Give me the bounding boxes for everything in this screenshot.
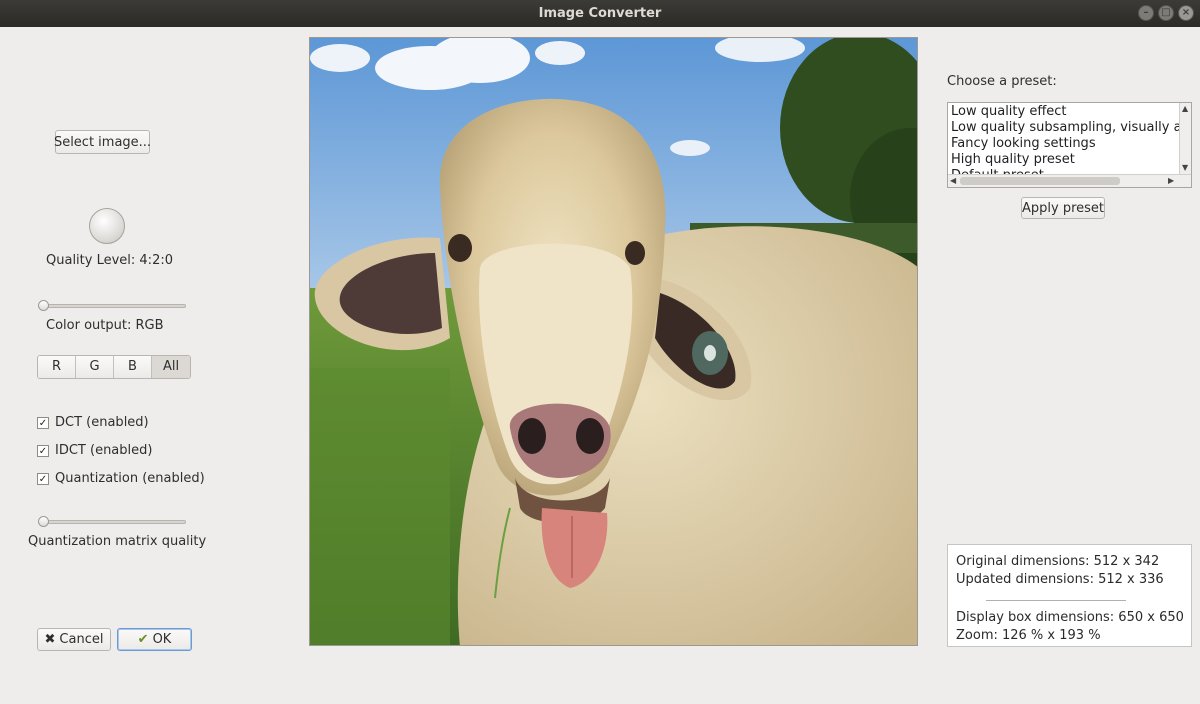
preset-label: Choose a preset: — [947, 74, 1057, 89]
channel-selector: R G B All — [37, 355, 191, 379]
color-output-slider-handle[interactable] — [38, 300, 49, 311]
display-box-dimensions: Display box dimensions: 650 x 650 — [956, 610, 1184, 625]
quant-matrix-slider-track[interactable] — [40, 520, 186, 524]
idct-label: IDCT (enabled) — [55, 443, 153, 458]
preset-horizontal-scrollbar[interactable]: ◀ ▶ — [948, 174, 1191, 187]
color-output-label: Color output: RGB — [46, 318, 164, 333]
scroll-up-icon[interactable]: ▲ — [1182, 104, 1188, 113]
cancel-button[interactable]: ✖ Cancel — [37, 628, 111, 651]
idct-checkbox-row[interactable]: ✓ IDCT (enabled) — [37, 443, 152, 458]
original-dimensions: Original dimensions: 512 x 342 — [956, 554, 1160, 569]
zoom-level: Zoom: 126 % x 193 % — [956, 628, 1101, 643]
channel-g-button[interactable]: G — [76, 356, 114, 378]
quality-level-label: Quality Level: 4:2:0 — [46, 253, 173, 268]
ok-button-label: OK — [152, 632, 172, 647]
cancel-button-label: Cancel — [59, 632, 104, 647]
window-title: Image Converter — [538, 6, 662, 21]
channel-r-button[interactable]: R — [38, 356, 76, 378]
scroll-right-icon[interactable]: ▶ — [1168, 176, 1174, 185]
updated-dimensions: Updated dimensions: 512 x 336 — [956, 572, 1164, 587]
scroll-left-icon[interactable]: ◀ — [950, 176, 956, 185]
idct-checkbox[interactable]: ✓ — [37, 444, 49, 457]
color-output-slider-track[interactable] — [40, 304, 186, 308]
quant-matrix-slider-handle[interactable] — [38, 516, 49, 527]
ok-button[interactable]: ✔ OK — [117, 628, 192, 651]
channel-b-button[interactable]: B — [114, 356, 152, 378]
select-image-button[interactable]: Select image... — [54, 130, 151, 154]
scroll-thumb[interactable] — [960, 177, 1120, 185]
preset-item[interactable]: Low quality subsampling, visually ac — [951, 120, 1189, 136]
preset-item[interactable]: Low quality effect — [951, 104, 1067, 120]
preset-item[interactable]: Fancy looking settings — [951, 136, 1096, 152]
dimensions-info-panel: Original dimensions: 512 x 342 Updated d… — [947, 544, 1192, 647]
preset-vertical-scrollbar[interactable]: ▲ ▼ — [1179, 103, 1191, 175]
dct-checkbox-row[interactable]: ✓ DCT (enabled) — [37, 415, 149, 430]
preset-item[interactable]: High quality preset — [951, 152, 1075, 168]
image-preview — [309, 37, 918, 646]
preset-list[interactable]: Low quality effect Low quality subsampli… — [947, 102, 1192, 188]
dct-label: DCT (enabled) — [55, 415, 149, 430]
minimize-icon[interactable]: – — [1138, 5, 1154, 21]
cancel-icon: ✖ — [44, 632, 56, 647]
ok-checkmark-icon: ✔ — [137, 632, 149, 647]
quantization-checkbox-row[interactable]: ✓ Quantization (enabled) — [37, 471, 205, 486]
dct-checkbox[interactable]: ✓ — [37, 416, 49, 429]
close-icon[interactable]: × — [1178, 5, 1194, 21]
scroll-down-icon[interactable]: ▼ — [1182, 163, 1188, 172]
sheep-photo — [310, 38, 917, 645]
channel-all-button[interactable]: All — [152, 356, 190, 378]
apply-preset-button[interactable]: Apply preset — [1021, 197, 1105, 219]
quantization-label: Quantization (enabled) — [55, 471, 205, 486]
maximize-icon[interactable]: □ — [1158, 5, 1174, 21]
quality-dial[interactable] — [89, 208, 125, 244]
info-divider — [986, 600, 1126, 601]
quantization-checkbox[interactable]: ✓ — [37, 472, 49, 485]
quant-matrix-label: Quantization matrix quality — [28, 534, 207, 549]
title-bar: Image Converter – □ × — [0, 0, 1200, 27]
